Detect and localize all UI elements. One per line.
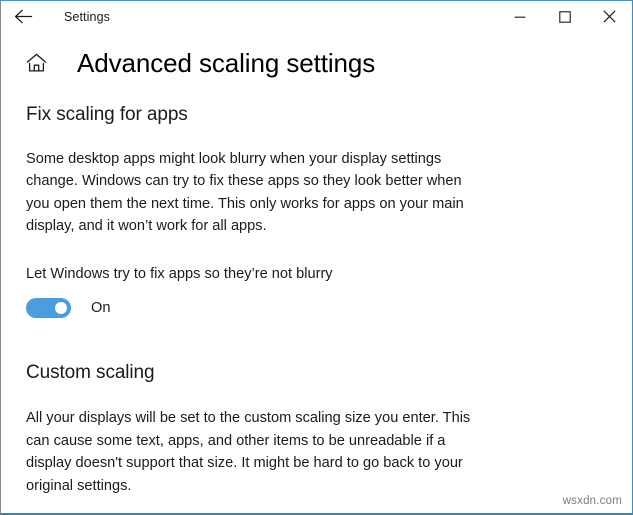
app-title: Settings: [64, 9, 110, 24]
close-button[interactable]: [587, 1, 632, 32]
home-icon[interactable]: [23, 50, 49, 76]
custom-scaling-heading: Custom scaling: [26, 361, 155, 383]
fix-scaling-toggle-state: On: [91, 299, 111, 316]
maximize-button[interactable]: [542, 1, 587, 32]
page-title: Advanced scaling settings: [77, 48, 376, 78]
section-custom-scaling: Custom scaling All your displays will be…: [26, 362, 632, 497]
toggle-knob: [55, 301, 67, 314]
page-header: Advanced scaling settings: [1, 32, 632, 78]
minimize-button[interactable]: [497, 1, 542, 32]
window-caption-buttons: [497, 1, 632, 32]
section-fix-scaling: Fix scaling for apps Some desktop apps m…: [26, 104, 632, 318]
settings-window: Settings Advanced scaling settings Fix s…: [0, 0, 633, 515]
maximize-icon: [558, 10, 571, 23]
back-button[interactable]: [1, 1, 45, 32]
back-arrow-icon: [14, 9, 33, 24]
custom-scaling-description: All your displays will be set to the cus…: [26, 409, 471, 494]
fix-scaling-toggle-control: On: [26, 297, 632, 318]
minimize-icon: [514, 11, 526, 23]
watermark: wsxdn.com: [562, 495, 622, 507]
fix-scaling-toggle-switch[interactable]: [26, 297, 71, 318]
close-icon: [603, 10, 616, 23]
fix-scaling-toggle-label: Let Windows try to fix apps so they’re n…: [26, 265, 333, 282]
fix-scaling-heading: Fix scaling for apps: [26, 103, 188, 125]
title-bar: Settings: [1, 1, 632, 32]
fix-scaling-toggle-row: Let Windows try to fix apps so they’re n…: [26, 264, 632, 318]
settings-content: Fix scaling for apps Some desktop apps m…: [1, 104, 632, 498]
fix-scaling-description: Some desktop apps might look blurry when…: [26, 150, 464, 235]
